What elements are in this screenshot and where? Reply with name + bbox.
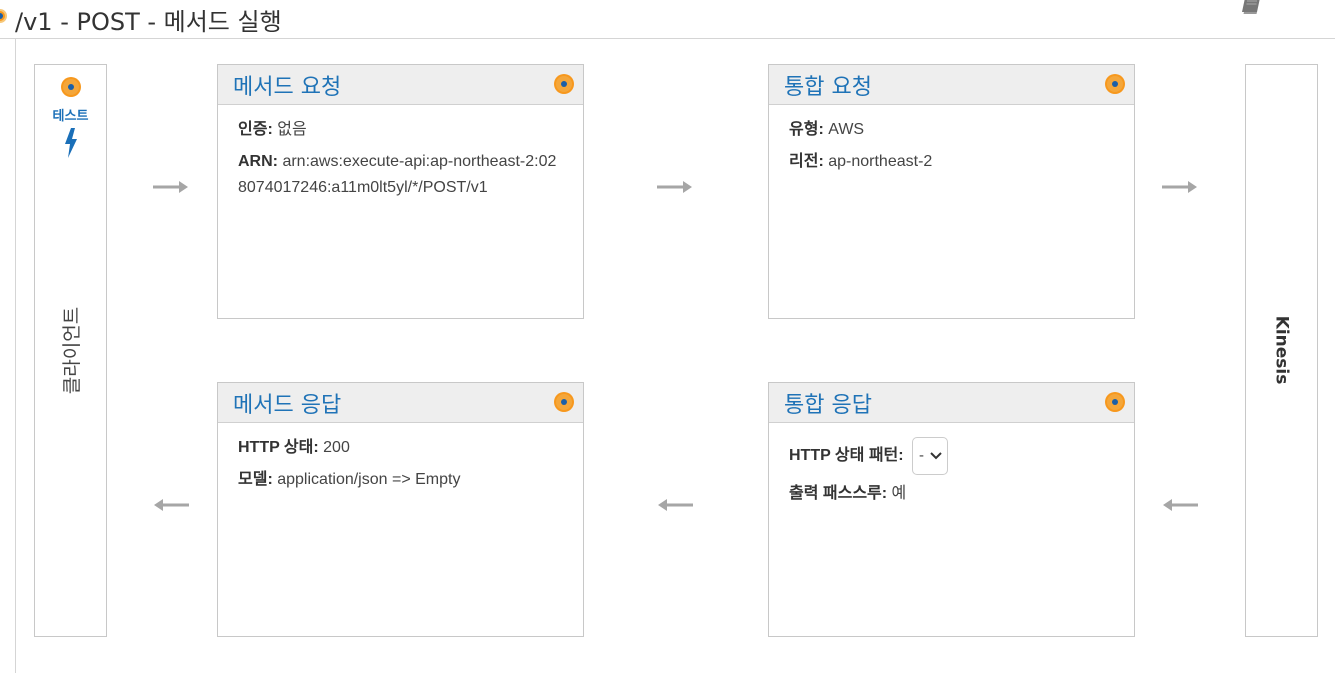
status-dot-icon bbox=[1105, 392, 1125, 412]
region-value: ap-northeast-2 bbox=[828, 153, 933, 170]
method-response-title[interactable]: 메서드 응답 bbox=[233, 387, 341, 419]
method-request-box: 메서드 요청 인증: 없음 ARN: arn:aws:execute-api:a… bbox=[217, 64, 584, 319]
left-divider bbox=[15, 38, 16, 673]
auth-label: 인증: bbox=[238, 121, 273, 138]
status-pattern-value: - bbox=[919, 447, 925, 464]
integration-response-header: 통합 응답 bbox=[769, 383, 1134, 423]
chevron-down-icon bbox=[930, 452, 942, 460]
integration-request-title[interactable]: 통합 요청 bbox=[784, 69, 872, 101]
status-dot-icon bbox=[1105, 74, 1125, 94]
http-status-row: HTTP 상태: 200 bbox=[238, 435, 563, 461]
passthrough-label: 출력 패스스루: bbox=[789, 485, 888, 502]
test-label[interactable]: 테스트 bbox=[35, 105, 106, 124]
integration-response-box: 통합 응답 HTTP 상태 패턴: - 출력 패스스루: 예 bbox=[768, 382, 1135, 637]
status-pattern-row: HTTP 상태 패턴: - bbox=[789, 437, 1114, 475]
arrow-left-icon bbox=[154, 499, 189, 511]
arrow-left-icon bbox=[1163, 499, 1198, 511]
arn-row: ARN: arn:aws:execute-api:ap-northeast-2:… bbox=[238, 149, 558, 201]
status-pattern-select[interactable]: - bbox=[912, 437, 949, 475]
arn-value: arn:aws:execute-api:ap-northeast-2:02807… bbox=[238, 153, 557, 196]
status-dot-icon bbox=[0, 9, 7, 23]
passthrough-row: 출력 패스스루: 예 bbox=[789, 481, 1114, 507]
book-icon[interactable] bbox=[1240, 0, 1264, 16]
method-response-box: 메서드 응답 HTTP 상태: 200 모델: application/json… bbox=[217, 382, 584, 637]
client-name: 클라이언트 bbox=[61, 306, 83, 394]
arrow-right-icon bbox=[657, 181, 692, 193]
page-header: /v1 - POST - 메서드 실행 bbox=[0, 0, 1335, 39]
region-row: 리전: ap-northeast-2 bbox=[789, 149, 1114, 175]
method-request-title[interactable]: 메서드 요청 bbox=[233, 69, 341, 101]
type-label: 유형: bbox=[789, 121, 824, 138]
model-row: 모델: application/json => Empty bbox=[238, 467, 563, 493]
arn-label: ARN: bbox=[238, 153, 278, 170]
lightning-bolt-icon[interactable] bbox=[63, 128, 79, 158]
model-label: 모델: bbox=[238, 471, 273, 488]
kinesis-name: Kinesis bbox=[1271, 315, 1292, 385]
kinesis-label: Kinesis bbox=[1246, 295, 1317, 405]
client-panel: 테스트 클라이언트 bbox=[34, 64, 107, 637]
passthrough-value: 예 bbox=[891, 485, 907, 502]
status-pattern-label: HTTP 상태 패턴: bbox=[789, 447, 904, 465]
arrow-right-icon bbox=[1162, 181, 1197, 193]
region-label: 리전: bbox=[789, 153, 824, 170]
page-title: /v1 - POST - 메서드 실행 bbox=[15, 8, 282, 36]
test-status-icon bbox=[60, 77, 81, 97]
status-dot-icon bbox=[554, 74, 574, 94]
type-row: 유형: AWS bbox=[789, 117, 1114, 143]
type-value: AWS bbox=[828, 121, 865, 138]
integration-request-header: 통합 요청 bbox=[769, 65, 1134, 105]
http-status-value: 200 bbox=[323, 439, 350, 456]
auth-value: 없음 bbox=[277, 121, 307, 138]
status-dot-icon bbox=[554, 392, 574, 412]
integration-response-title[interactable]: 통합 응답 bbox=[784, 387, 872, 419]
client-label: 클라이언트 bbox=[35, 295, 106, 405]
arrow-left-icon bbox=[658, 499, 693, 511]
arrow-right-icon bbox=[153, 181, 188, 193]
kinesis-panel: Kinesis bbox=[1245, 64, 1318, 637]
http-status-label: HTTP 상태: bbox=[238, 439, 319, 456]
auth-row: 인증: 없음 bbox=[238, 117, 563, 143]
method-response-header: 메서드 응답 bbox=[218, 383, 583, 423]
test-button[interactable]: 테스트 bbox=[35, 77, 106, 158]
method-request-header: 메서드 요청 bbox=[218, 65, 583, 105]
integration-request-box: 통합 요청 유형: AWS 리전: ap-northeast-2 bbox=[768, 64, 1135, 319]
model-value: application/json => Empty bbox=[277, 471, 461, 488]
